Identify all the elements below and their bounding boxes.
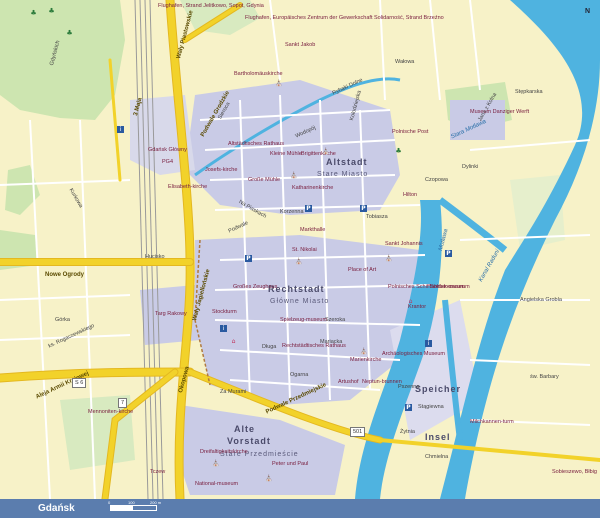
district-altstadt-polish: Stare Miasto xyxy=(317,171,369,178)
poi-altstaedtisches-rathaus: Altstädtisches Rathaus xyxy=(228,141,284,147)
museum-icon[interactable]: ⌂ xyxy=(230,338,237,345)
compass-north-label: N xyxy=(585,8,591,15)
parking-icon[interactable]: P xyxy=(405,404,412,411)
poi-soldek: Sołdek-museum xyxy=(430,284,470,290)
city-map[interactable]: Altstadt Stare Miasto Rechtstadt Główne … xyxy=(0,0,600,518)
street-label-hucisko: Hucisko xyxy=(145,254,165,260)
tree-icon: ♣ xyxy=(395,147,402,155)
tree-icon: ♣ xyxy=(30,9,37,17)
information-icon[interactable]: i xyxy=(220,325,227,332)
church-icon[interactable]: ⛪ xyxy=(322,148,329,155)
poi-sankt-johannis: Sankt Johannis xyxy=(385,241,423,247)
parking-icon[interactable]: P xyxy=(305,205,312,212)
street-label-czopowa: Czopowa xyxy=(425,177,448,183)
district-vorstadt-line2: Vorstadt xyxy=(227,436,271,446)
route-badge-7: 7 xyxy=(118,398,128,408)
poi-place-of-art: Place of Art xyxy=(348,267,377,273)
poi-peter-paul: Peter und Paul xyxy=(272,461,309,467)
district-vorstadt-line1: Alte xyxy=(234,424,256,434)
poi-marienkirche: Marienkirche xyxy=(350,357,382,363)
map-title: Gdańsk xyxy=(38,503,75,514)
scale-label-100: 100 xyxy=(128,500,135,505)
street-label-szeroka: Szeroka xyxy=(325,317,346,323)
poi-markthalle: Markthalle xyxy=(300,227,326,233)
scale-label-200: 200 m xyxy=(150,500,162,505)
district-rechtstadt-polish: Główne Miasto xyxy=(270,298,330,305)
street-label-za-murami: Za Murami xyxy=(220,389,247,395)
poi-zeughaus: Großes Zeughaus xyxy=(233,284,278,290)
district-speicher: Speicher xyxy=(415,384,462,394)
church-icon[interactable]: ⛪ xyxy=(265,475,272,482)
church-icon[interactable]: ⛪ xyxy=(275,80,282,87)
poi-westerplatte: Museum Danziger Werft xyxy=(470,109,530,115)
scale-label-0: 0 xyxy=(108,500,111,505)
street-label-walowa: Wałowa xyxy=(395,59,415,65)
street-label-angielska-grobla: Angielska Grobla xyxy=(520,297,562,303)
poi-tczew: Tczew xyxy=(150,469,166,475)
poi-stockturm: Stockturm xyxy=(212,309,237,315)
poi-elisabethkirche: Elisabeth-kirche xyxy=(168,184,208,190)
poi-josefs-kirche: Josefs-kirche xyxy=(205,167,238,173)
poi-hilton: Hilton xyxy=(403,192,418,198)
church-icon[interactable]: ⛪ xyxy=(295,258,302,265)
poi-spielzeug: Spielzeug-museum xyxy=(280,317,328,323)
tree-icon: ♣ xyxy=(48,7,55,15)
poi-st-nikolai: St. Nikolai xyxy=(292,247,317,253)
route-badge-501: 501 xyxy=(350,427,366,437)
street-label-pszenna: Pszenna xyxy=(398,384,420,390)
poi-nationalmuseum: National-museum xyxy=(195,481,239,487)
church-icon[interactable]: ⛪ xyxy=(212,460,219,467)
poi-gdansk-glowny: Gdańsk Główny xyxy=(148,147,187,153)
church-icon[interactable]: ⛪ xyxy=(290,172,297,179)
street-label-gorka: Górka xyxy=(55,317,70,323)
parking-icon[interactable]: P xyxy=(445,250,452,257)
poi-krantor: Krantor xyxy=(408,304,427,310)
poi-brigittenkirche: Brigittenkirche xyxy=(301,151,336,157)
poi-pg4: PG4 xyxy=(162,159,174,165)
tree-icon: ♣ xyxy=(66,29,73,37)
poi-bartholomaeus: Bartholomäuskirche xyxy=(234,71,283,77)
poi-katharinenkirche: Katharinenkirche xyxy=(292,185,334,191)
parking-icon[interactable]: P xyxy=(245,255,252,262)
poi-kleine-muehle: Kleine Mühle xyxy=(270,151,302,157)
poi-sobieski: Sobieszewo, Błbig xyxy=(552,469,597,475)
parking-icon[interactable]: P xyxy=(360,205,367,212)
museum-icon[interactable]: ⌂ xyxy=(407,298,414,305)
street-label-sw-barbary: św. Barbary xyxy=(530,374,559,380)
poi-flughafen-strand: Flughafen, Strand Jelitkowo, Sopot, Gdyn… xyxy=(158,3,264,9)
poi-artus: Artushof xyxy=(338,379,359,385)
street-label-korzenna: Korzenna xyxy=(280,209,304,215)
poi-archaeologisches: Archäologisches Museum xyxy=(382,351,445,357)
poi-grosse-muehle: Große Mühle xyxy=(248,177,281,183)
poi-polnische-post: Polnische Post xyxy=(392,129,429,135)
street-label-stepkarska: Stępkarska xyxy=(515,89,543,95)
information-icon[interactable]: i xyxy=(425,340,432,347)
street-label-zytnia: Żytnia xyxy=(400,429,415,435)
district-altstadt: Altstadt xyxy=(326,157,368,167)
poi-targ-rakowy: Targ Rakowy xyxy=(155,311,187,317)
street-label-ogarna: Ogarna xyxy=(290,372,309,378)
scale-bar xyxy=(110,505,157,511)
road-label-nowe-ogrody: Nowe Ogrody xyxy=(45,272,85,278)
poi-neptun: Neptun-brunnen xyxy=(362,379,402,385)
information-icon[interactable]: i xyxy=(117,126,124,133)
church-icon[interactable]: ⛪ xyxy=(360,348,367,355)
poi-rechtstaedtisches-rathaus: Rechtstädtisches Rathaus xyxy=(282,343,346,349)
street-label-dylinki: Dylinki xyxy=(462,164,479,170)
street-label-dluga: Długa xyxy=(262,344,277,350)
poi-mennoniten: Mennoniten-kirche xyxy=(88,409,134,415)
street-label-chmielna: Chmielna xyxy=(425,454,449,460)
church-icon[interactable]: ⛪ xyxy=(385,255,392,262)
poi-dreifaltigkeit: Dreifaltigkeitskirche xyxy=(200,449,248,455)
poi-milchkannen: Milchkannen-turm xyxy=(470,419,514,425)
street-label-stagiewna: Stągiewna xyxy=(418,404,444,410)
district-insel: Insel xyxy=(425,432,451,442)
park-area-northwest xyxy=(0,0,125,120)
poi-st-jakob: Sankt Jakob xyxy=(285,42,316,48)
map-footer: Gdańsk xyxy=(0,499,600,518)
poi-flughafen-eur: Flughafen, Europäisches Zentrum der Gewe… xyxy=(245,15,444,21)
street-label-tobiasza: Tobiasza xyxy=(366,214,388,220)
route-badge-s6: S 6 xyxy=(72,378,87,388)
